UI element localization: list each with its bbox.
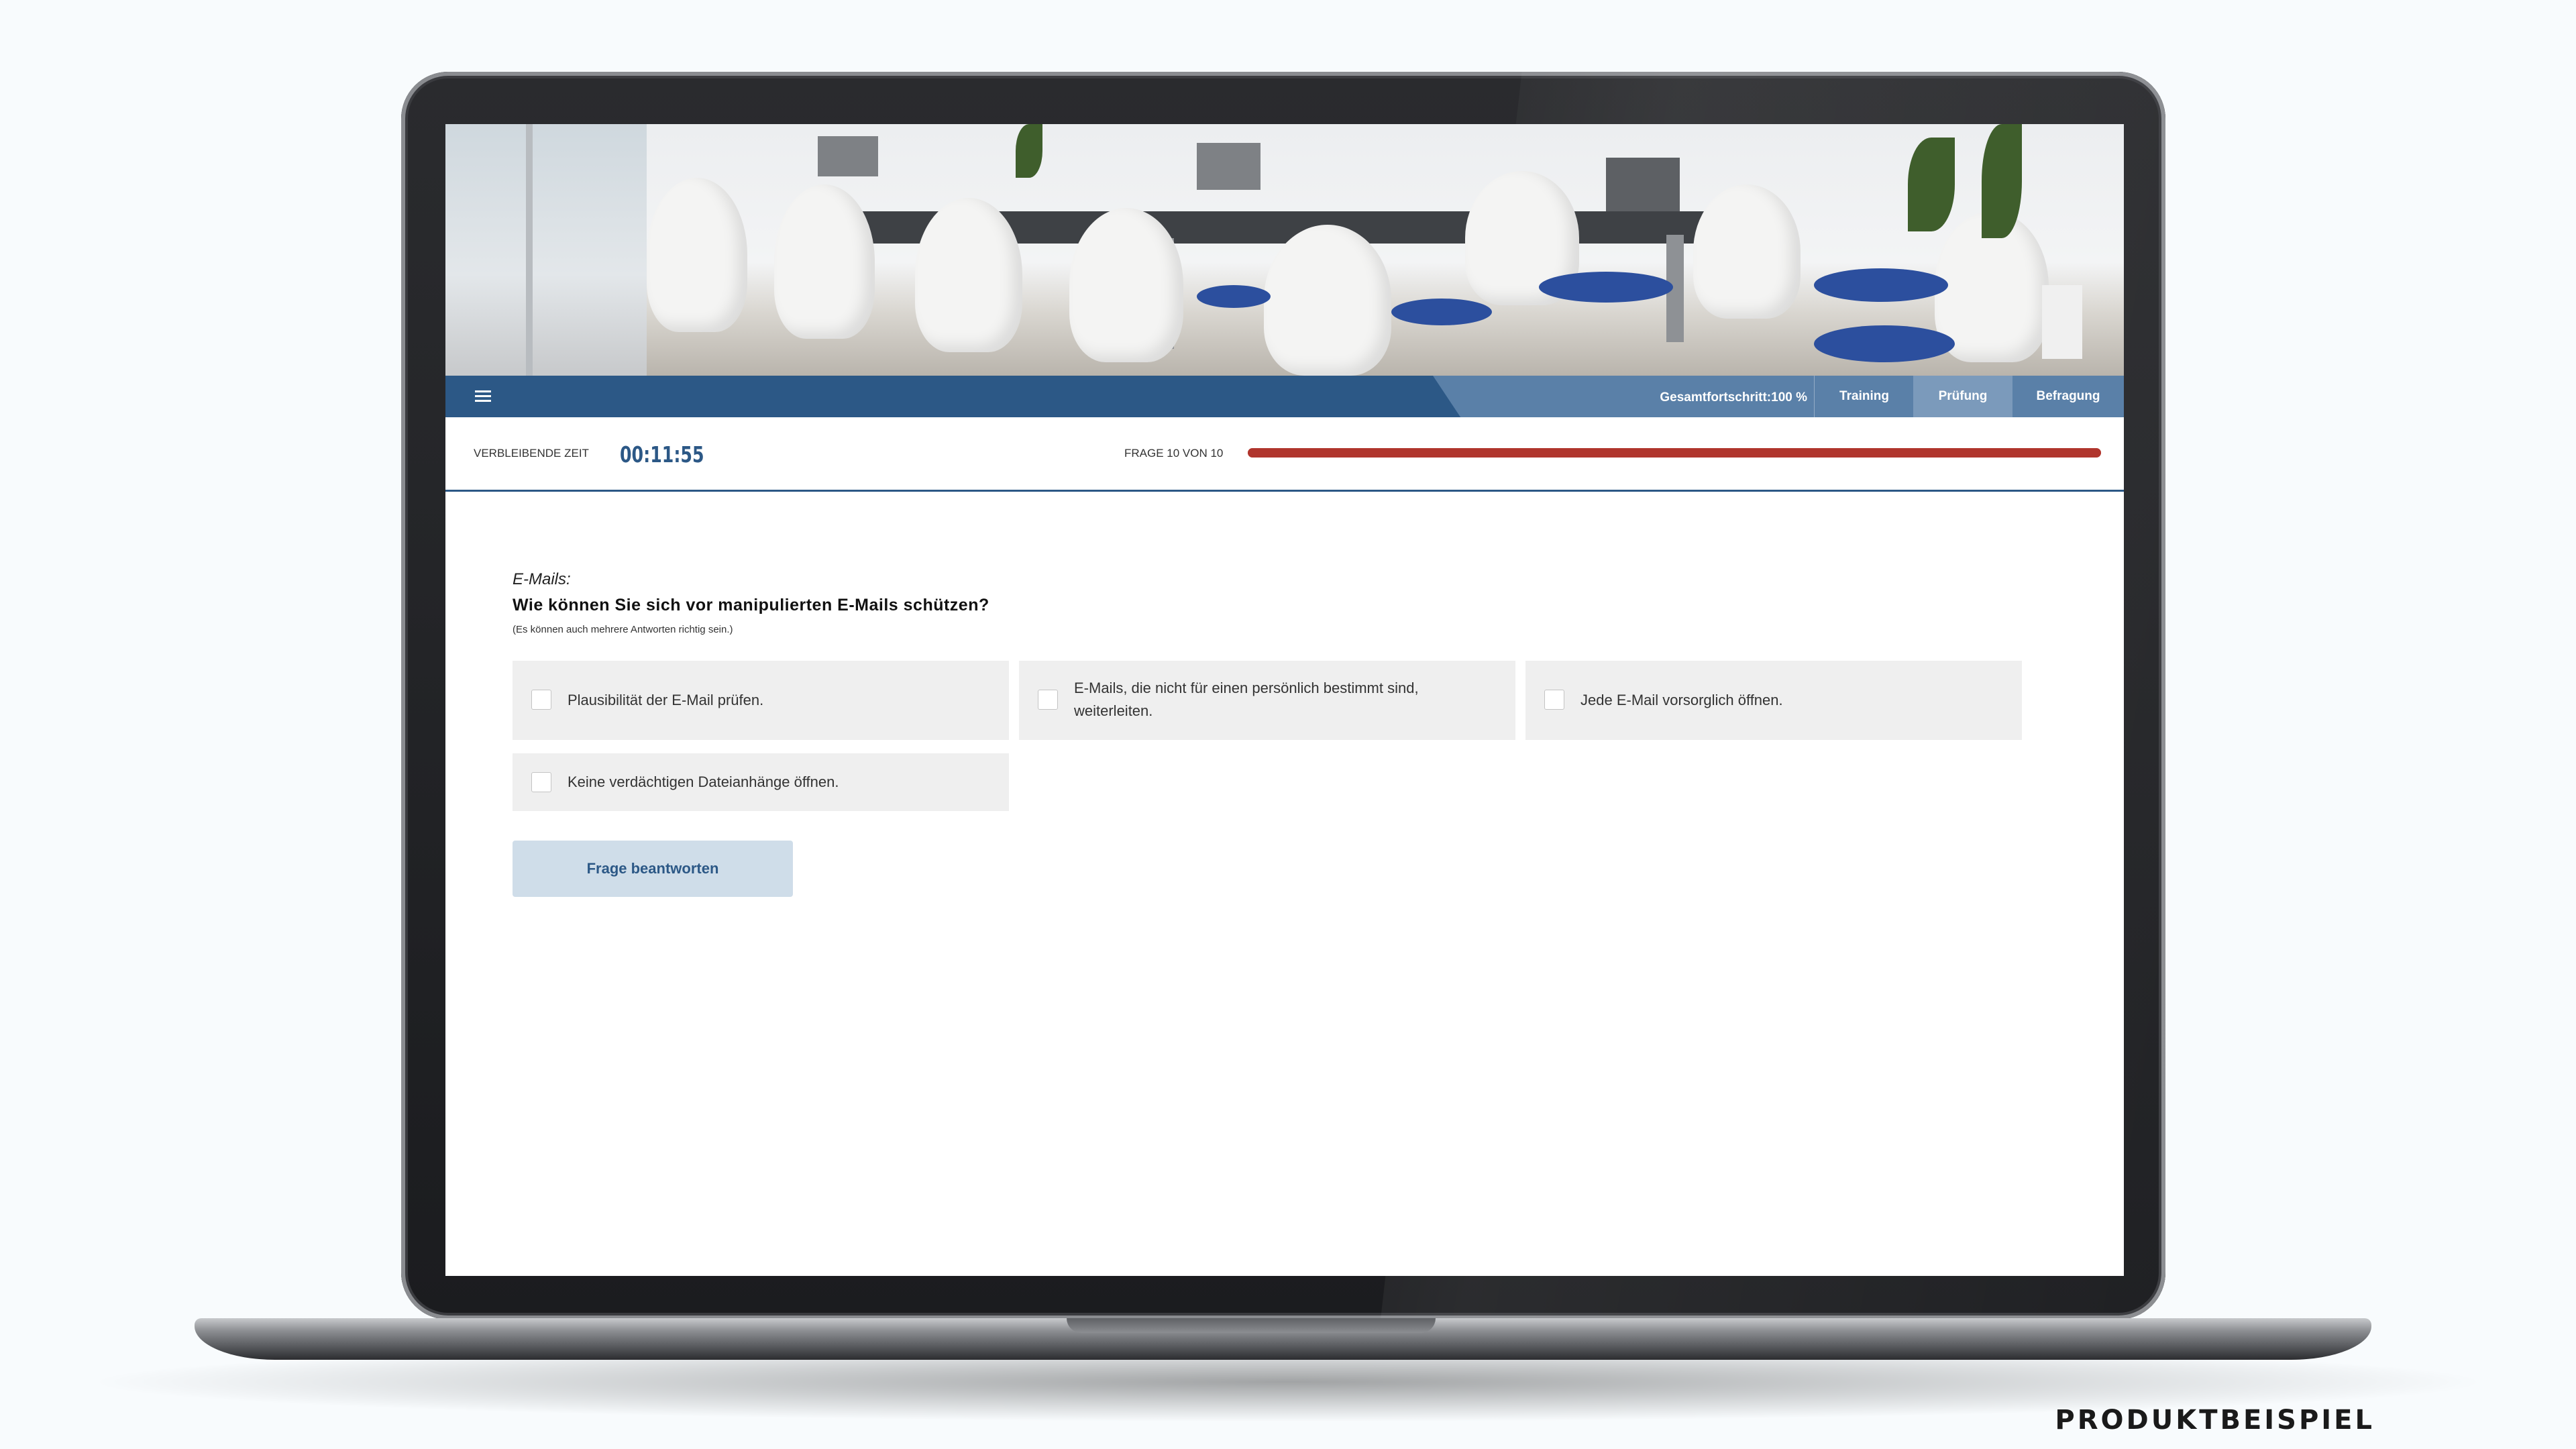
checkbox[interactable] xyxy=(1038,690,1058,710)
product-example-label: PRODUKTBEISPIEL xyxy=(2055,1405,2375,1436)
remaining-time-label: VERBLEIBENDE ZEIT xyxy=(474,447,589,460)
question-progress-bar xyxy=(1248,448,2101,458)
question-category: E-Mails: xyxy=(513,570,571,588)
app-screen: Gesamtfortschritt:100 % Training Prüfung… xyxy=(445,124,2124,1276)
answer-option-1[interactable]: Plausibilität der E-Mail prüfen. xyxy=(513,661,1009,740)
overall-progress-label: Gesamtfortschritt:100 % xyxy=(1660,390,1807,405)
checkbox[interactable] xyxy=(1544,690,1564,710)
answer-option-4[interactable]: Keine verdächtigen Dateianhänge öffnen. xyxy=(513,753,1009,811)
question-counter: FRAGE 10 VON 10 xyxy=(1124,447,1224,460)
answer-option-3[interactable]: Jede E-Mail vorsorglich öffnen. xyxy=(1525,661,2022,740)
submit-answer-button[interactable]: Frage beantworten xyxy=(513,841,793,897)
checkbox[interactable] xyxy=(531,690,551,710)
hero-banner-image xyxy=(445,124,2124,376)
answer-label: Plausibilität der E-Mail prüfen. xyxy=(568,692,764,708)
hamburger-menu-icon[interactable] xyxy=(475,390,491,402)
answer-option-2[interactable]: E-Mails, die nicht für einen persönlich … xyxy=(1019,661,1515,740)
top-navigation-bar: Gesamtfortschritt:100 % Training Prüfung… xyxy=(445,376,2124,417)
question-hint: (Es können auch mehrere Antworten richti… xyxy=(513,624,733,635)
question-text: Wie können Sie sich vor manipulierten E-… xyxy=(513,596,989,614)
status-bar: VERBLEIBENDE ZEIT 00:11:55 FRAGE 10 VON … xyxy=(445,417,2124,492)
laptop-base xyxy=(195,1318,2371,1360)
remaining-time-value: 00:11:55 xyxy=(620,441,704,468)
answer-label: Keine verdächtigen Dateianhänge öffnen. xyxy=(568,773,839,790)
checkbox[interactable] xyxy=(531,772,551,792)
question-progress-fill xyxy=(1248,448,2101,458)
tab-pruefung[interactable]: Prüfung xyxy=(1913,376,2012,417)
tab-training[interactable]: Training xyxy=(1814,376,1914,417)
tab-befragung[interactable]: Befragung xyxy=(2012,376,2124,417)
answer-label: E-Mails, die nicht für einen persönlich … xyxy=(1074,680,1419,719)
answer-label: Jede E-Mail vorsorglich öffnen. xyxy=(1580,692,1783,708)
